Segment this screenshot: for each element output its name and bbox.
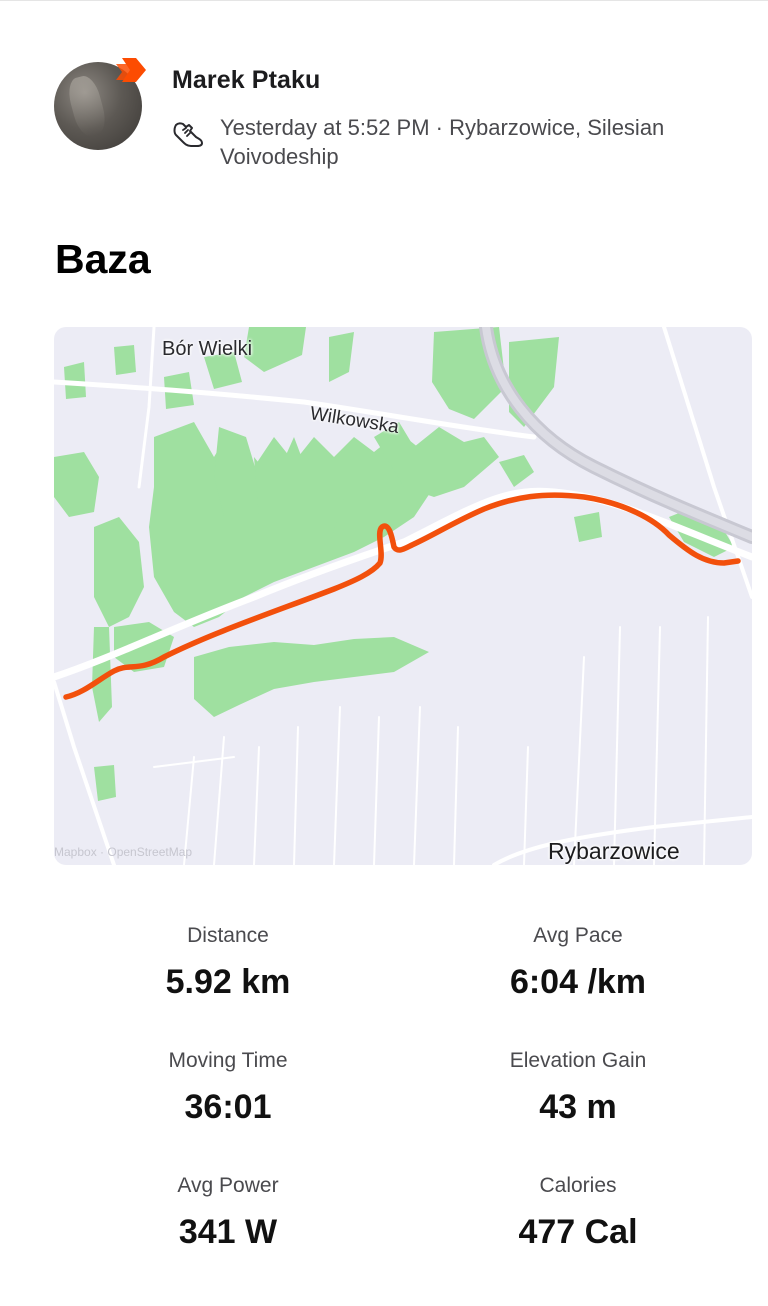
stat-value: 341 W [178, 1213, 278, 1251]
stat-value: 36:01 [184, 1088, 272, 1126]
stat-avg-power: Avg Power 341 W [58, 1173, 398, 1252]
map-label-rybarzowice: Rybarzowice [548, 838, 680, 864]
stat-value: 5.92 km [165, 963, 291, 1001]
stat-label: Distance [187, 924, 269, 947]
stat-distance: Distance 5.92 km [58, 923, 398, 1002]
stat-label: Avg Pace [533, 924, 623, 947]
stat-label: Elevation Gain [509, 1049, 647, 1072]
stat-elevation-gain: Elevation Gain 43 m [408, 1048, 748, 1127]
stat-value: 43 m [539, 1088, 617, 1126]
stat-label: Avg Power [177, 1174, 279, 1197]
roads [54, 327, 752, 865]
stat-moving-time: Moving Time 36:01 [58, 1048, 398, 1127]
athlete-name[interactable]: Marek Ptaku [172, 66, 320, 95]
stat-label: Calories [539, 1174, 617, 1197]
stat-calories: Calories 477 Cal [408, 1173, 748, 1252]
forest-areas [54, 327, 734, 801]
stat-label: Moving Time [168, 1049, 288, 1072]
activity-meta: Yesterday at 5:52 PM · Rybarzowice, Sile… [220, 115, 665, 169]
top-divider [0, 0, 768, 1]
route-map[interactable]: Bór Wielki Wilkowska Rybarzowice Mapbox … [54, 327, 752, 865]
stat-avg-pace: Avg Pace 6:04 /km [408, 923, 748, 1002]
activity-title[interactable]: Baza [55, 236, 151, 283]
map-label-bor-wielki: Bór Wielki [162, 338, 253, 360]
running-shoe-icon [173, 122, 203, 147]
subscriber-badge-icon [116, 58, 146, 82]
map-canvas [54, 327, 752, 865]
stat-value: 477 Cal [518, 1213, 638, 1251]
map-attribution[interactable]: Mapbox · OpenStreetMap [54, 845, 192, 859]
stat-value: 6:04 /km [509, 963, 647, 1001]
